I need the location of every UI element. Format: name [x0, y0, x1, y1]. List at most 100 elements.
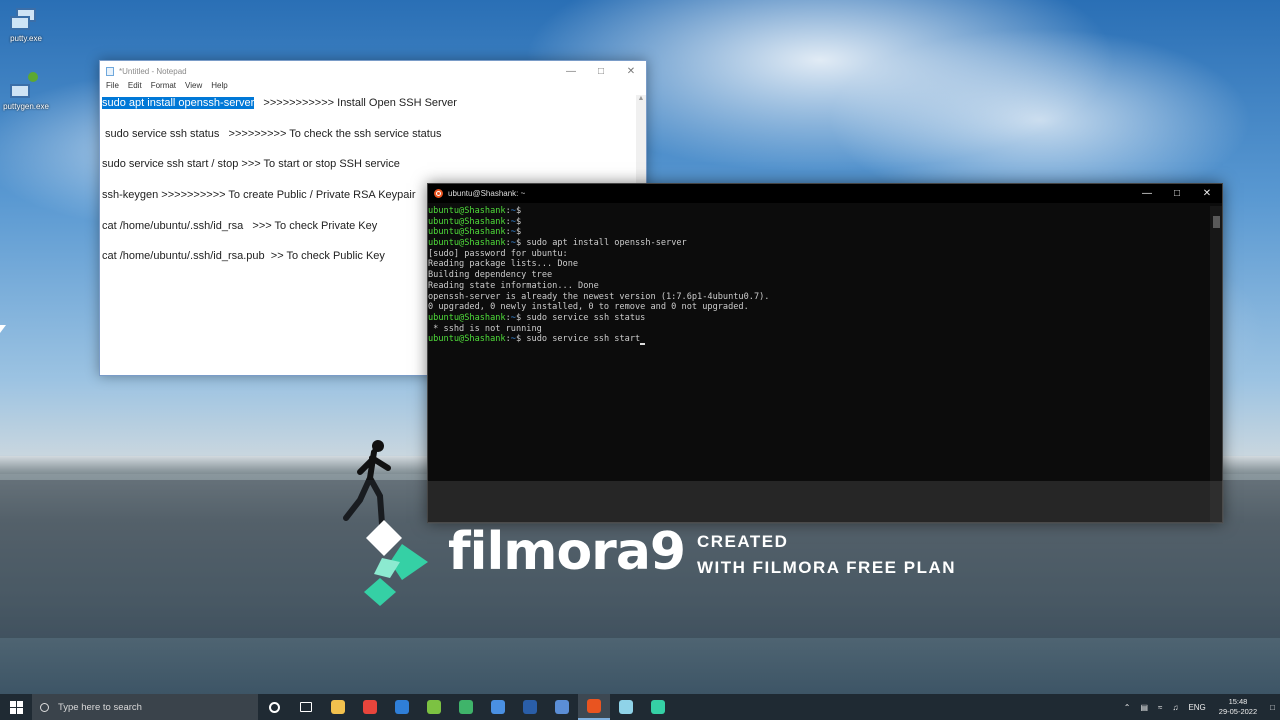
clock-time: 15:48	[1228, 697, 1248, 706]
clock[interactable]: 15:48 29-05-2022	[1219, 697, 1257, 717]
menu-edit[interactable]: Edit	[128, 81, 142, 94]
scroll-up-icon[interactable]: ▲	[636, 95, 646, 105]
search-placeholder: Type here to search	[58, 701, 142, 713]
network-icon[interactable]: ▤	[1140, 703, 1148, 712]
terminal-title: ubuntu@Shashank: ~	[448, 189, 526, 198]
puttygen-icon	[10, 72, 42, 100]
app-globe-icon	[459, 700, 473, 714]
taskbar-apps	[258, 694, 674, 720]
notepad-icon	[619, 700, 633, 714]
ubuntu-icon	[434, 189, 443, 198]
filmora-brand-text: filmora9	[448, 522, 686, 582]
watermark-band-overlay	[428, 481, 1224, 524]
terminal-output[interactable]: ubuntu@Shashank:~$ ubuntu@Shashank:~$ ub…	[428, 206, 1210, 522]
task-view-icon	[300, 702, 312, 712]
notepad-title: *Untitled - Notepad	[119, 66, 187, 76]
powershell-icon	[523, 700, 537, 714]
watermark-line1: CREATED	[697, 532, 789, 551]
text-cursor	[640, 342, 646, 345]
prompt-user: ubuntu@Shashank	[428, 216, 506, 227]
windows-icon	[9, 700, 23, 714]
taskbar-app-button[interactable]	[354, 694, 386, 720]
app-disc-icon	[555, 700, 569, 714]
text-line: cat /home/ubuntu/.ssh/id_rsa >>> To chec…	[102, 220, 378, 232]
terminal-line: openssh-server is already the newest ver…	[428, 292, 1210, 303]
output-text: [sudo] password for ubuntu:	[428, 248, 568, 259]
text-line: ssh-keygen >>>>>>>>>> To create Public /…	[102, 189, 416, 201]
taskbar-app-button[interactable]	[258, 694, 290, 720]
terminal-line: [sudo] password for ubuntu:	[428, 249, 1210, 260]
command-text: sudo service ssh status	[526, 312, 646, 323]
taskbar-app-button[interactable]	[578, 694, 610, 720]
taskbar-app-button[interactable]	[322, 694, 354, 720]
prompt-user: ubuntu@Shashank	[428, 312, 506, 323]
taskbar-app-button[interactable]	[418, 694, 450, 720]
terminal-line: ubuntu@Shashank:~$ sudo apt install open…	[428, 238, 687, 249]
taskbar-app-button[interactable]	[610, 694, 642, 720]
command-text: sudo service ssh start	[526, 334, 641, 345]
system-tray: ⌃ ▤ ≈ ♫ ENG 15:48 29-05-2022 □	[1119, 694, 1280, 720]
taskbar-app-button[interactable]	[514, 694, 546, 720]
volume-icon[interactable]: ♫	[1172, 703, 1178, 712]
output-text: * sshd is not running	[428, 323, 542, 334]
wifi-icon[interactable]: ≈	[1158, 703, 1162, 712]
close-button[interactable]: ✕	[616, 61, 646, 81]
search-icon	[40, 702, 49, 712]
menu-help[interactable]: Help	[211, 81, 227, 94]
app-green-icon	[427, 700, 441, 714]
minimize-button[interactable]: —	[556, 61, 586, 81]
cortana-icon	[268, 701, 280, 713]
terminal-line: Reading state information... Done	[428, 281, 1210, 292]
app-blue-icon	[395, 700, 409, 714]
output-text: Reading package lists... Done	[428, 259, 579, 270]
taskbar-search-box[interactable]: Type here to search	[32, 694, 258, 720]
notepad-icon	[106, 66, 114, 76]
notification-icon[interactable]: □	[1270, 703, 1275, 712]
watermark-line2: WITH FILMORA FREE PLAN	[697, 558, 957, 577]
taskbar-app-button[interactable]	[386, 694, 418, 720]
terminal-scrollbar[interactable]	[1210, 206, 1222, 522]
terminal-line: ubuntu@Shashank:~$	[428, 206, 527, 216]
taskbar: Type here to search ⌃ ▤ ≈ ♫ ENG 15:48 29…	[0, 694, 1280, 720]
terminal-window[interactable]: ubuntu@Shashank: ~ — □ ✕ ubuntu@Shashank…	[427, 183, 1224, 524]
close-button[interactable]: ✕	[1192, 184, 1222, 203]
clock-date: 29-05-2022	[1218, 707, 1258, 716]
terminal-titlebar[interactable]: ubuntu@Shashank: ~ — □ ✕	[428, 184, 1222, 203]
start-button[interactable]	[0, 694, 32, 720]
terminal-line: * sshd is not running	[428, 324, 1210, 335]
prompt-user: ubuntu@Shashank	[428, 206, 506, 216]
text-line: cat /home/ubuntu/.ssh/id_rsa.pub >> To c…	[102, 250, 385, 262]
desktop-icon-putty[interactable]: putty.exe	[0, 4, 52, 43]
desktop-icon-puttygen[interactable]: puttygen.exe	[0, 72, 52, 111]
language-indicator[interactable]: ENG	[1188, 703, 1205, 712]
output-text: Building dependency tree	[428, 270, 553, 281]
putty-icon	[10, 4, 42, 32]
taskbar-app-button[interactable]	[290, 694, 322, 720]
notepad-titlebar[interactable]: *Untitled - Notepad — □ ✕	[100, 61, 646, 81]
file-explorer-icon	[331, 700, 345, 714]
scroll-thumb[interactable]	[1213, 216, 1220, 228]
taskbar-app-button[interactable]	[482, 694, 514, 720]
text-line: sudo service ssh start / stop >>> To sta…	[102, 158, 400, 170]
chevron-up-icon[interactable]: ⌃	[1124, 703, 1131, 712]
filmora-logo-icon	[364, 520, 428, 606]
output-text: openssh-server is already the newest ver…	[428, 291, 770, 302]
minimize-button[interactable]: —	[1132, 184, 1162, 203]
maximize-button[interactable]: □	[586, 61, 616, 81]
menu-format[interactable]: Format	[151, 81, 176, 94]
text-line-rest: >>>>>>>>>>> Install Open SSH Server	[254, 97, 457, 109]
ubuntu-icon	[587, 699, 601, 713]
filmora-watermark: filmora9 CREATED WITH FILMORA FREE PLAN	[362, 520, 982, 610]
maximize-button[interactable]: □	[1162, 184, 1192, 203]
selected-text: sudo apt install openssh-server	[102, 97, 255, 109]
menu-file[interactable]: File	[106, 81, 119, 94]
taskbar-app-button[interactable]	[642, 694, 674, 720]
taskbar-app-button[interactable]	[450, 694, 482, 720]
command-text: sudo apt install openssh-server	[526, 238, 687, 249]
menu-view[interactable]: View	[185, 81, 202, 94]
app-pin-icon	[491, 700, 505, 714]
taskbar-app-button[interactable]	[546, 694, 578, 720]
terminal-line: Reading package lists... Done	[428, 259, 1210, 270]
output-text: Reading state information... Done	[428, 280, 599, 291]
desktop-icon-label: putty.exe	[10, 34, 42, 43]
